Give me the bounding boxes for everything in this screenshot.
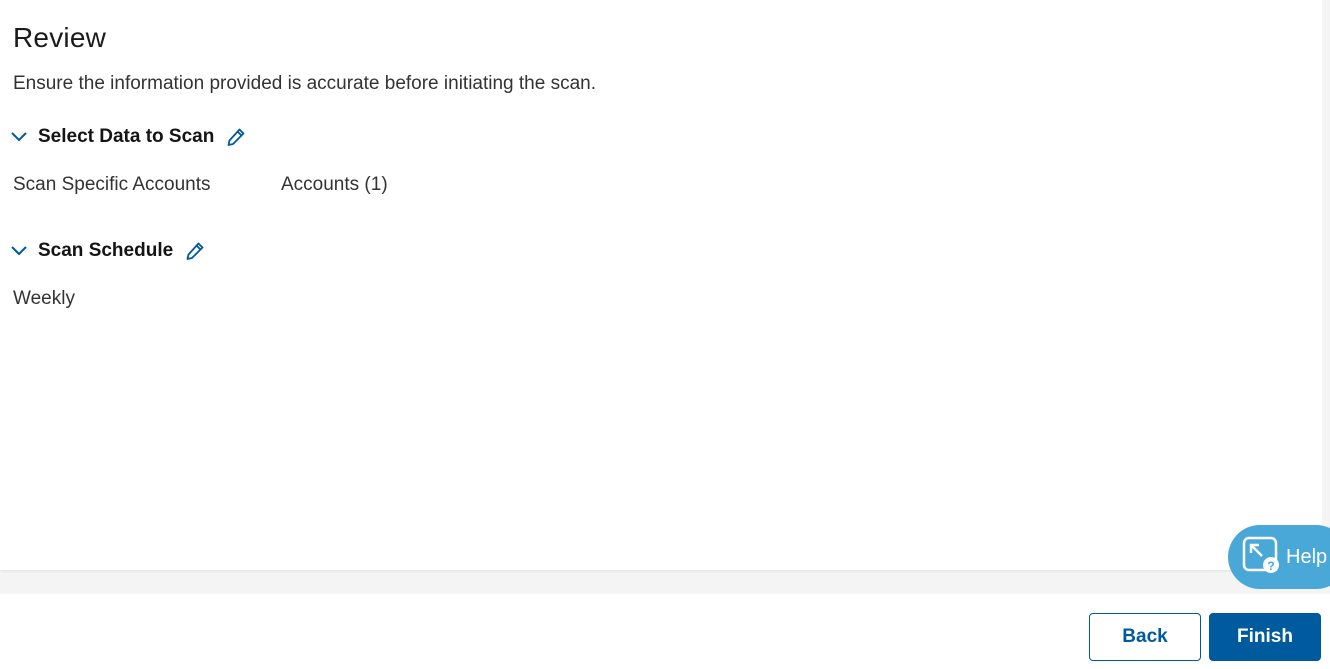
chevron-down-icon[interactable] (10, 128, 28, 146)
pencil-icon[interactable] (184, 240, 206, 262)
page-title: Review (13, 22, 107, 53)
section-header-data-to-scan: Select Data to Scan (10, 124, 247, 150)
svg-text:?: ? (1267, 559, 1274, 573)
section-header-scan-schedule: Scan Schedule (10, 238, 206, 264)
accounts-count-value: Accounts (1) (281, 174, 388, 195)
help-button[interactable]: ? Help (1228, 525, 1330, 589)
pencil-icon[interactable] (225, 126, 247, 148)
schedule-frequency-value: Weekly (13, 288, 75, 309)
help-expand-icon: ? (1242, 536, 1280, 579)
review-card: Review Ensure the information provided i… (0, 0, 1322, 570)
page-subtitle: Ensure the information provided is accur… (13, 73, 596, 94)
section-title-scan-schedule: Scan Schedule (38, 240, 174, 261)
section-title-data-to-scan: Select Data to Scan (38, 126, 215, 147)
back-button[interactable]: Back (1089, 613, 1201, 661)
page: Review Ensure the information provided i… (0, 0, 1330, 669)
scroll-gutter (1322, 0, 1330, 570)
chevron-down-icon[interactable] (10, 242, 28, 260)
scan-scope-value: Scan Specific Accounts (13, 174, 211, 195)
help-label: Help (1286, 545, 1328, 568)
finish-button[interactable]: Finish (1209, 613, 1321, 661)
